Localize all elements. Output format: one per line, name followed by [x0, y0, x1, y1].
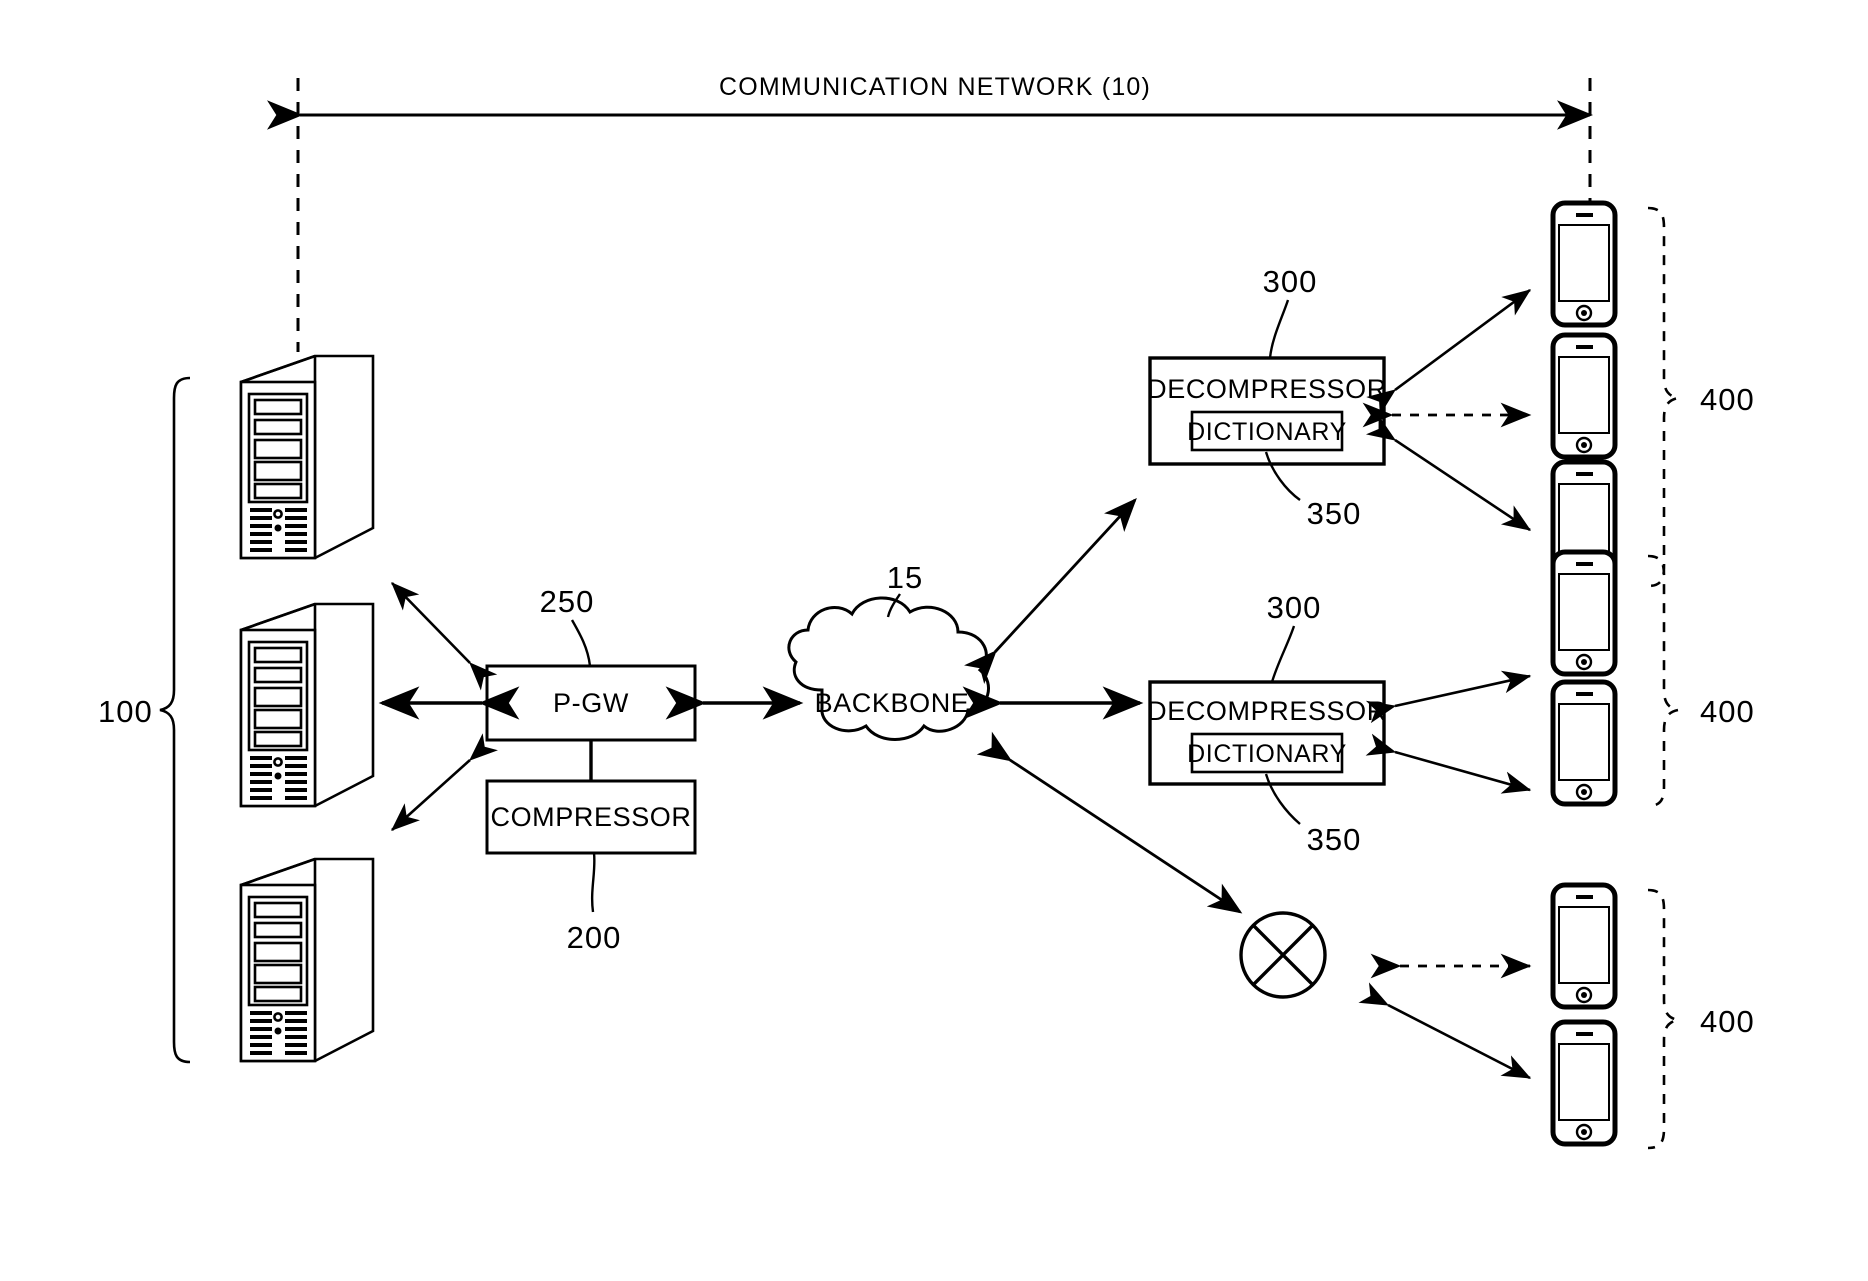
server-tower-3 — [239, 857, 375, 1063]
pgw-ref-leader — [570, 619, 592, 667]
dictionary-top-ref: 350 — [1307, 496, 1362, 531]
backbone-ref: 15 — [887, 560, 923, 595]
decompressor-label-top: DECOMPRESSOR — [1147, 374, 1387, 404]
server-tower-2 — [239, 602, 375, 808]
smartphone-top-2[interactable] — [1550, 332, 1618, 460]
arrow-backbone-decompressor-top — [964, 497, 1137, 684]
server-group-brace — [159, 376, 191, 1064]
dictionary-label-top: DICTIONARY — [1187, 418, 1347, 446]
arrow-servers-pgw-lower — [391, 733, 498, 831]
compressor-ref-leader — [590, 852, 596, 913]
network-title: COMMUNICATION NETWORK (10) — [719, 73, 1151, 101]
decompressor-top-ref: 300 — [1263, 264, 1318, 299]
arrow-blocked-node-phone2 — [1358, 982, 1532, 1080]
communication-network-bar — [267, 78, 1593, 352]
pgw-ref: 250 — [540, 584, 595, 619]
terminal-group-bottom-brace — [1647, 888, 1679, 1150]
smartphone-top-1[interactable] — [1550, 200, 1618, 328]
arrow-servers-pgw-upper — [391, 582, 498, 691]
smartphone-middle-1[interactable] — [1550, 549, 1618, 677]
dictionary-middle-ref: 350 — [1307, 822, 1362, 857]
smartphone-bottom-1[interactable] — [1550, 882, 1618, 1010]
arrow-decompressor-top-phone3 — [1365, 415, 1532, 532]
terminal-group-middle-ref: 400 — [1700, 694, 1755, 729]
backbone-label: BACKBONE — [815, 688, 970, 718]
decompressor-middle-ref: 300 — [1267, 590, 1322, 625]
decompressor-middle-ref-leader — [1270, 625, 1296, 683]
arrow-decompressor-top-phone1 — [1366, 288, 1532, 416]
terminal-group-top-ref: 400 — [1700, 382, 1755, 417]
smartphone-bottom-2[interactable] — [1550, 1019, 1618, 1147]
server-tower-1 — [239, 354, 375, 560]
compressor-ref: 200 — [567, 920, 622, 955]
dictionary-label-middle: DICTIONARY — [1187, 740, 1347, 768]
figure-canvas: 100 P-GW 250 COMPRESSOR 200 BACKBONE 15 … — [0, 0, 1868, 1281]
terminal-group-bottom-ref: 400 — [1700, 1004, 1755, 1039]
terminal-group-top-brace — [1647, 206, 1679, 588]
smartphone-middle-2[interactable] — [1550, 679, 1618, 807]
compressor-label: COMPRESSOR — [490, 802, 691, 832]
terminal-group-middle-brace — [1647, 554, 1679, 808]
pgw-label: P-GW — [553, 688, 629, 718]
decompressor-label-middle: DECOMPRESSOR — [1147, 696, 1387, 726]
server-group-ref: 100 — [98, 694, 153, 729]
backbone-cloud[interactable] — [787, 596, 990, 741]
patent-figure-svg: 100 P-GW 250 COMPRESSOR 200 BACKBONE 15 … — [98, 73, 1755, 1150]
arrow-decompressor-middle-phone1 — [1365, 670, 1532, 724]
circled-x-icon[interactable] — [1239, 911, 1327, 999]
arrow-decompressor-middle-phone2 — [1365, 733, 1532, 794]
decompressor-top-ref-leader — [1268, 299, 1290, 359]
